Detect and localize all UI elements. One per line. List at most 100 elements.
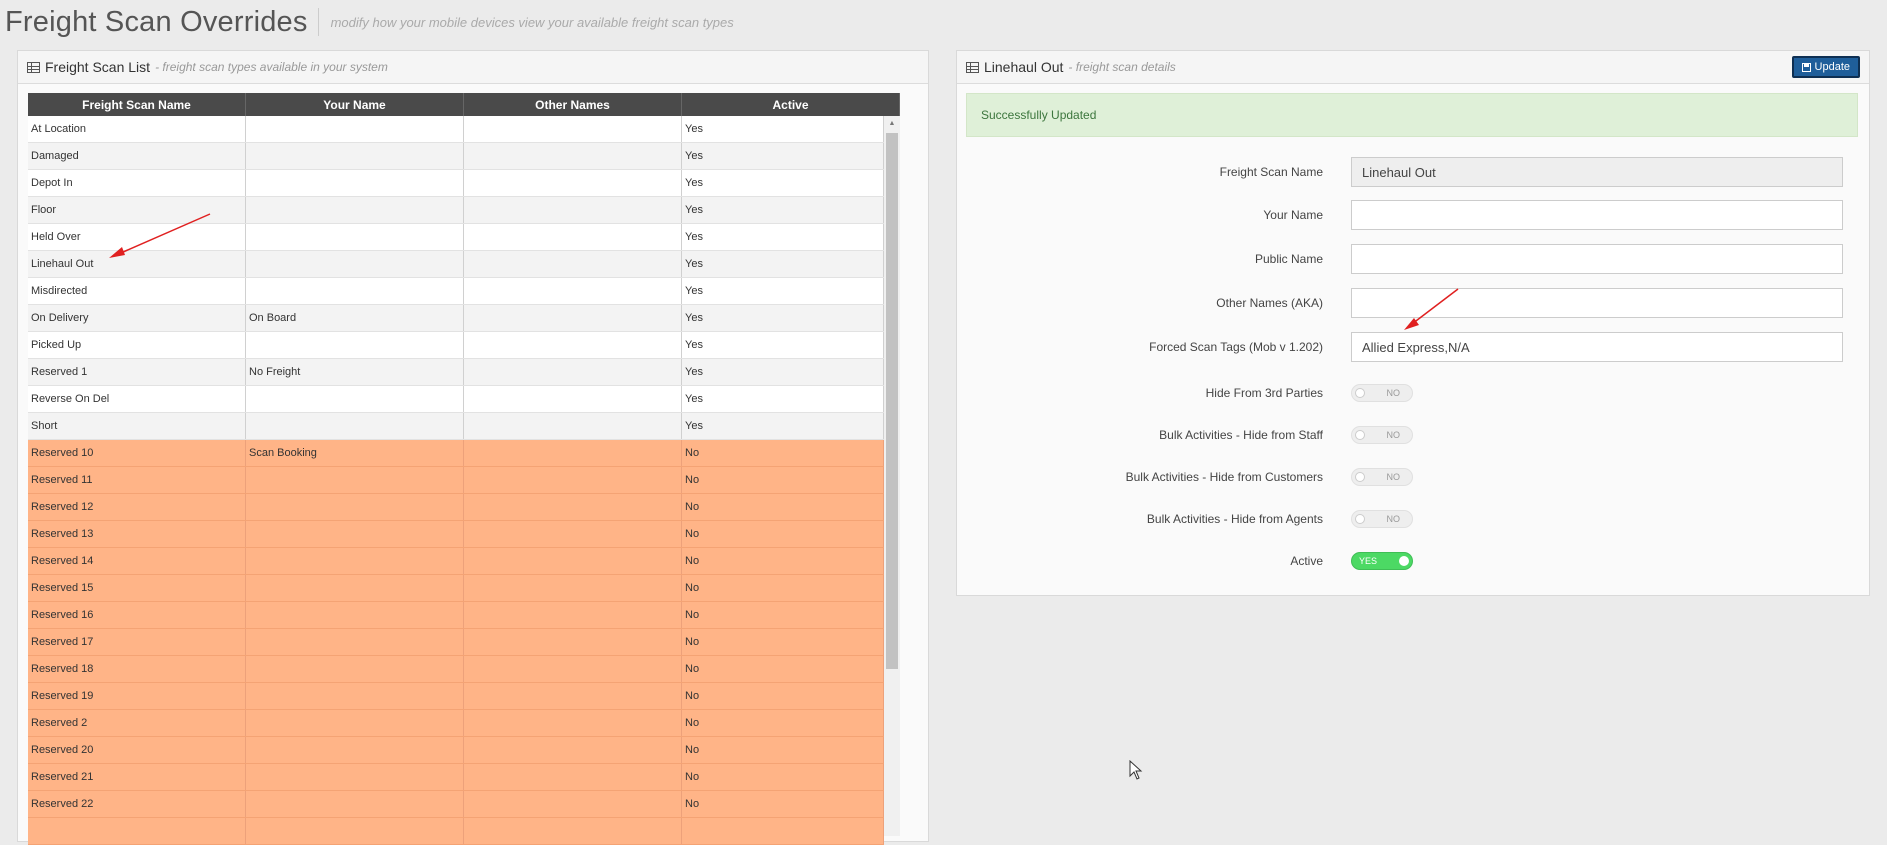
- cell-other-names: [464, 656, 682, 682]
- cell-freight-scan-name: Damaged: [28, 143, 246, 169]
- column-header-active[interactable]: Active: [682, 93, 900, 116]
- table-row[interactable]: At Location Yes: [28, 116, 884, 143]
- other-names-field[interactable]: [1351, 288, 1843, 318]
- your-name-label: Your Name: [1263, 208, 1323, 222]
- cell-other-names: [464, 521, 682, 547]
- table-row[interactable]: Reserved 1 No Freight Yes: [28, 359, 884, 386]
- table-row[interactable]: Short Yes: [28, 413, 884, 440]
- cell-your-name: [246, 791, 464, 817]
- page-subtitle: modify how your mobile devices view your…: [330, 14, 734, 30]
- cell-active: [682, 818, 884, 844]
- toggle-knob: [1399, 556, 1409, 566]
- table-row[interactable]: [28, 818, 884, 845]
- cell-active: No: [682, 710, 884, 736]
- toggle-knob: [1355, 430, 1365, 440]
- cell-freight-scan-name: Linehaul Out: [28, 251, 246, 277]
- cell-freight-scan-name: Reserved 15: [28, 575, 246, 601]
- cell-other-names: [464, 116, 682, 142]
- cell-active: Yes: [682, 224, 884, 250]
- table-row[interactable]: Floor Yes: [28, 197, 884, 224]
- forced-scan-tags-label: Forced Scan Tags (Mob v 1.202): [1149, 340, 1323, 354]
- table-row[interactable]: Reserved 19 No: [28, 683, 884, 710]
- grid-body: At Location Yes Damaged Yes Depot In Yes Floor…: [28, 116, 884, 845]
- cell-freight-scan-name: Floor: [28, 197, 246, 223]
- cell-your-name: [246, 332, 464, 358]
- grid-scrollbar[interactable]: ▲: [884, 116, 900, 836]
- cell-other-names: [464, 575, 682, 601]
- cell-active: Yes: [682, 197, 884, 223]
- public-name-label: Public Name: [1254, 252, 1323, 266]
- save-icon: [1801, 62, 1811, 72]
- update-button[interactable]: Update: [1791, 56, 1860, 78]
- scroll-up-icon[interactable]: ▲: [884, 116, 900, 130]
- cell-your-name: [246, 629, 464, 655]
- table-row[interactable]: Reserved 2 No: [28, 710, 884, 737]
- cell-freight-scan-name: Reserved 21: [28, 764, 246, 790]
- table-row[interactable]: Reserved 10 Scan Booking No: [28, 440, 884, 467]
- table-row[interactable]: Reserved 17 No: [28, 629, 884, 656]
- cell-other-names: [464, 791, 682, 817]
- active-toggle[interactable]: YES: [1351, 552, 1413, 570]
- hide-staff-toggle[interactable]: NO: [1351, 426, 1413, 444]
- freight-scan-name-field[interactable]: [1351, 157, 1843, 187]
- table-row[interactable]: On Delivery On Board Yes: [28, 305, 884, 332]
- your-name-field[interactable]: [1351, 200, 1843, 230]
- cell-your-name: [246, 143, 464, 169]
- hide-agents-toggle[interactable]: NO: [1351, 510, 1413, 528]
- scrollbar-thumb[interactable]: [886, 133, 898, 669]
- column-header-your-name[interactable]: Your Name: [246, 93, 464, 116]
- cell-other-names: [464, 413, 682, 439]
- table-row[interactable]: Picked Up Yes: [28, 332, 884, 359]
- hide-staff-row: Bulk Activities - Hide from Staff NO: [957, 420, 1869, 450]
- column-header-freight-scan-name[interactable]: Freight Scan Name: [28, 93, 246, 116]
- table-row[interactable]: Reserved 14 No: [28, 548, 884, 575]
- toggle-knob: [1355, 472, 1365, 482]
- table-row[interactable]: Reserved 22 No: [28, 791, 884, 818]
- cell-other-names: [464, 683, 682, 709]
- cell-active: No: [682, 494, 884, 520]
- active-label: Active: [1290, 554, 1323, 568]
- toggle-knob: [1355, 514, 1365, 524]
- table-row[interactable]: Reverse On Del Yes: [28, 386, 884, 413]
- table-row[interactable]: Damaged Yes: [28, 143, 884, 170]
- table-row[interactable]: Depot In Yes: [28, 170, 884, 197]
- hide-customers-label: Bulk Activities - Hide from Customers: [1125, 470, 1323, 484]
- hide-3rd-parties-toggle[interactable]: NO: [1351, 384, 1413, 402]
- cell-other-names: [464, 224, 682, 250]
- table-row[interactable]: Reserved 11 No: [28, 467, 884, 494]
- cell-active: Yes: [682, 332, 884, 358]
- cell-freight-scan-name: Reserved 14: [28, 548, 246, 574]
- table-icon: [966, 61, 979, 73]
- column-header-other-names[interactable]: Other Names: [464, 93, 682, 116]
- table-row[interactable]: Held Over Yes: [28, 224, 884, 251]
- table-row[interactable]: Linehaul Out Yes: [28, 251, 884, 278]
- cell-active: Yes: [682, 170, 884, 196]
- table-row[interactable]: Misdirected Yes: [28, 278, 884, 305]
- cell-other-names: [464, 548, 682, 574]
- freight-scan-list-title: Freight Scan List: [45, 59, 151, 75]
- table-row[interactable]: Reserved 21 No: [28, 764, 884, 791]
- table-row[interactable]: Reserved 18 No: [28, 656, 884, 683]
- table-row[interactable]: Reserved 15 No: [28, 575, 884, 602]
- hide-customers-row: Bulk Activities - Hide from Customers NO: [957, 462, 1869, 492]
- page-title: Freight Scan Overrides: [5, 5, 308, 38]
- cell-your-name: On Board: [246, 305, 464, 331]
- hide-customers-toggle[interactable]: NO: [1351, 468, 1413, 486]
- table-row[interactable]: Reserved 16 No: [28, 602, 884, 629]
- freight-scan-grid: Freight Scan Name Your Name Other Names …: [28, 93, 900, 845]
- table-row[interactable]: Reserved 12 No: [28, 494, 884, 521]
- cell-active: Yes: [682, 413, 884, 439]
- cell-other-names: [464, 494, 682, 520]
- cell-active: No: [682, 548, 884, 574]
- cell-other-names: [464, 467, 682, 493]
- table-row[interactable]: Reserved 20 No: [28, 737, 884, 764]
- forced-scan-tags-field[interactable]: [1351, 332, 1843, 362]
- public-name-field[interactable]: [1351, 244, 1843, 274]
- cell-your-name: Scan Booking: [246, 440, 464, 466]
- table-row[interactable]: Reserved 13 No: [28, 521, 884, 548]
- toggle-state-label: NO: [1386, 388, 1401, 398]
- cell-active: No: [682, 440, 884, 466]
- toggle-state-label: YES: [1359, 556, 1378, 566]
- cell-active: Yes: [682, 386, 884, 412]
- cell-active: Yes: [682, 278, 884, 304]
